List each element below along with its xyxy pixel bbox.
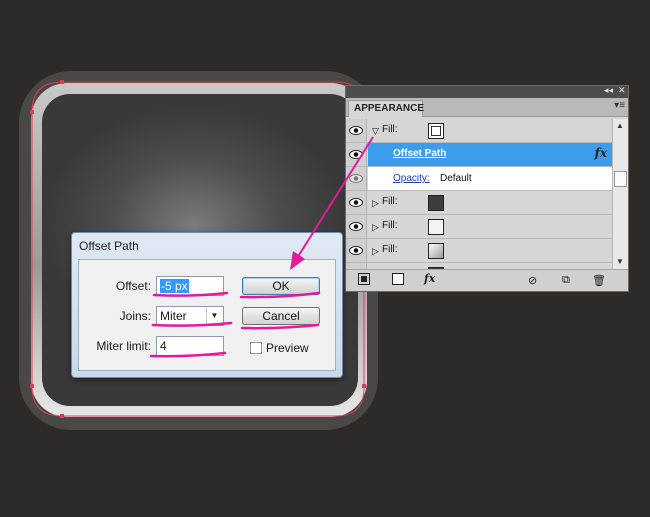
annotation-underline bbox=[152, 291, 229, 297]
annotation-underline bbox=[239, 291, 321, 299]
annotation-arrow-line bbox=[293, 136, 374, 264]
annotation-underline bbox=[149, 351, 227, 358]
annotation-overlay bbox=[149, 136, 374, 358]
annotation-arrow-head-icon bbox=[290, 251, 305, 270]
annotation-underline bbox=[240, 323, 320, 330]
annotation-underline bbox=[151, 321, 233, 327]
